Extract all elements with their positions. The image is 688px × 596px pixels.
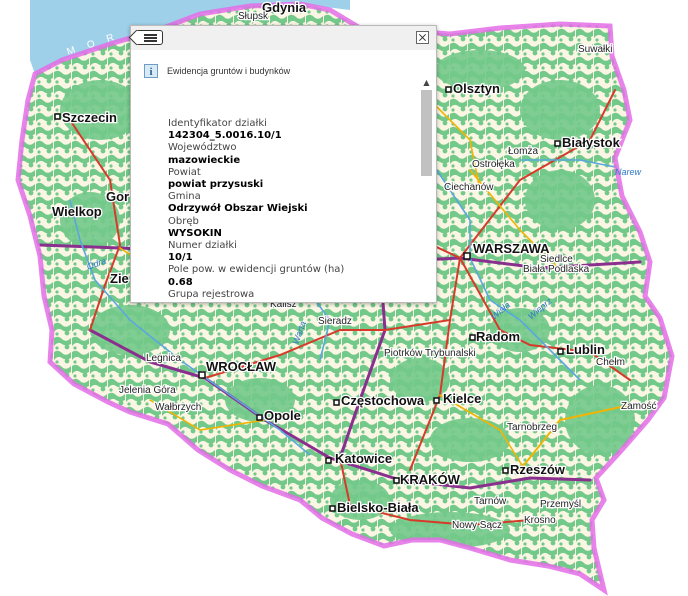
svg-text:Przemyśl: Przemyśl [540,499,581,510]
svg-text:Legnica: Legnica [146,353,181,364]
city-bialystok: Białystok [562,135,621,150]
attribute-value: 0.68 [168,276,193,288]
attribute-value: Odrzywół Obszar Wiejski [168,203,308,215]
popup-title-row: i Ewidencja gruntów i budynków [144,63,290,79]
attribute-list: Identyfikator działki 142304_5.0016.10/1 W… [168,118,418,302]
attribute-label: Pole pow. w ewidencji gruntów (ha) [168,264,345,276]
popup-scrollbar[interactable]: ▲ ▼ [420,78,433,302]
svg-text:Tarnów: Tarnów [474,496,507,507]
city-warszawa: WARSZAWA [473,241,550,256]
svg-text:Gor: Gor [106,189,129,204]
svg-text:Ostrołęka: Ostrołęka [472,159,515,170]
attribute-value: 10/1 [168,252,193,264]
attribute-label: Obręb [168,215,199,227]
city-katowice: Katowice [335,451,392,466]
attribute-value: WYSOKIN [168,227,222,239]
svg-text:Zie: Zie [110,271,129,286]
svg-text:Ciechanów: Ciechanów [444,182,494,193]
city-szczecin: Szczecin [62,110,117,125]
svg-text:Chełm: Chełm [596,357,625,368]
city-bielsko-biala: Bielsko-Biała [337,500,419,515]
svg-text:Biała Podlaska: Biała Podlaska [523,264,590,275]
svg-text:Wielkop: Wielkop [52,204,102,219]
info-icon: i [144,64,158,78]
city-lublin: Lublin [566,342,605,357]
city-wroclaw: WROCŁAW [206,359,277,374]
svg-text:Suwałki: Suwałki [578,44,612,55]
scroll-thumb[interactable] [421,90,432,176]
city-kielce: Kielce [443,391,481,406]
attribute-label: Województwo [168,142,237,154]
city-opole: Opole [264,408,301,423]
scroll-up-icon[interactable]: ▲ [420,78,433,88]
attribute-value: powiat przysuski [168,179,264,191]
feature-info-popup: i Ewidencja gruntów i budynków Identyfik… [130,25,437,303]
svg-text:Zamość: Zamość [621,401,657,412]
attribute-label: Numer działki [168,240,237,252]
attribute-value: 7 [168,301,418,302]
popup-body: i Ewidencja gruntów i budynków Identyfik… [131,50,436,302]
list-back-icon[interactable] [137,30,163,45]
attribute-value: 142304_5.0016.10/1 [168,130,282,142]
city-krakow: KRAKÓW [400,472,461,487]
city-czestochowa: Częstochowa [341,393,425,408]
svg-text:Krosno: Krosno [524,515,556,526]
close-icon[interactable] [416,31,429,44]
svg-text:Piotrków Trybunalski: Piotrków Trybunalski [384,348,476,359]
svg-text:Słupsk: Słupsk [238,11,269,22]
city-olsztyn: Olsztyn [453,81,500,96]
svg-text:Jelenia Góra: Jelenia Góra [119,385,176,396]
attribute-label: Identyfikator działki [168,118,267,129]
svg-text:Sieradz: Sieradz [318,316,352,327]
svg-text:Łomża: Łomża [508,146,538,157]
attribute-label: Grupa rejestrowa [168,288,255,300]
attribute-label: Powiat [168,166,201,178]
svg-text:Wałbrzych: Wałbrzych [155,402,201,413]
city-radom: Radom [476,329,520,344]
city-gdynia: Gdynia [262,0,307,15]
popup-header [131,26,436,50]
attribute-label: Gmina [168,191,201,203]
svg-text:Narew: Narew [615,167,642,177]
svg-text:Tarnobrzeg: Tarnobrzeg [507,422,557,433]
city-rzeszow: Rzeszów [510,462,566,477]
popup-title: Ewidencja gruntów i budynków [167,66,291,76]
attribute-value: mazowieckie [168,154,241,166]
svg-text:Nowy Sącz: Nowy Sącz [452,520,502,531]
